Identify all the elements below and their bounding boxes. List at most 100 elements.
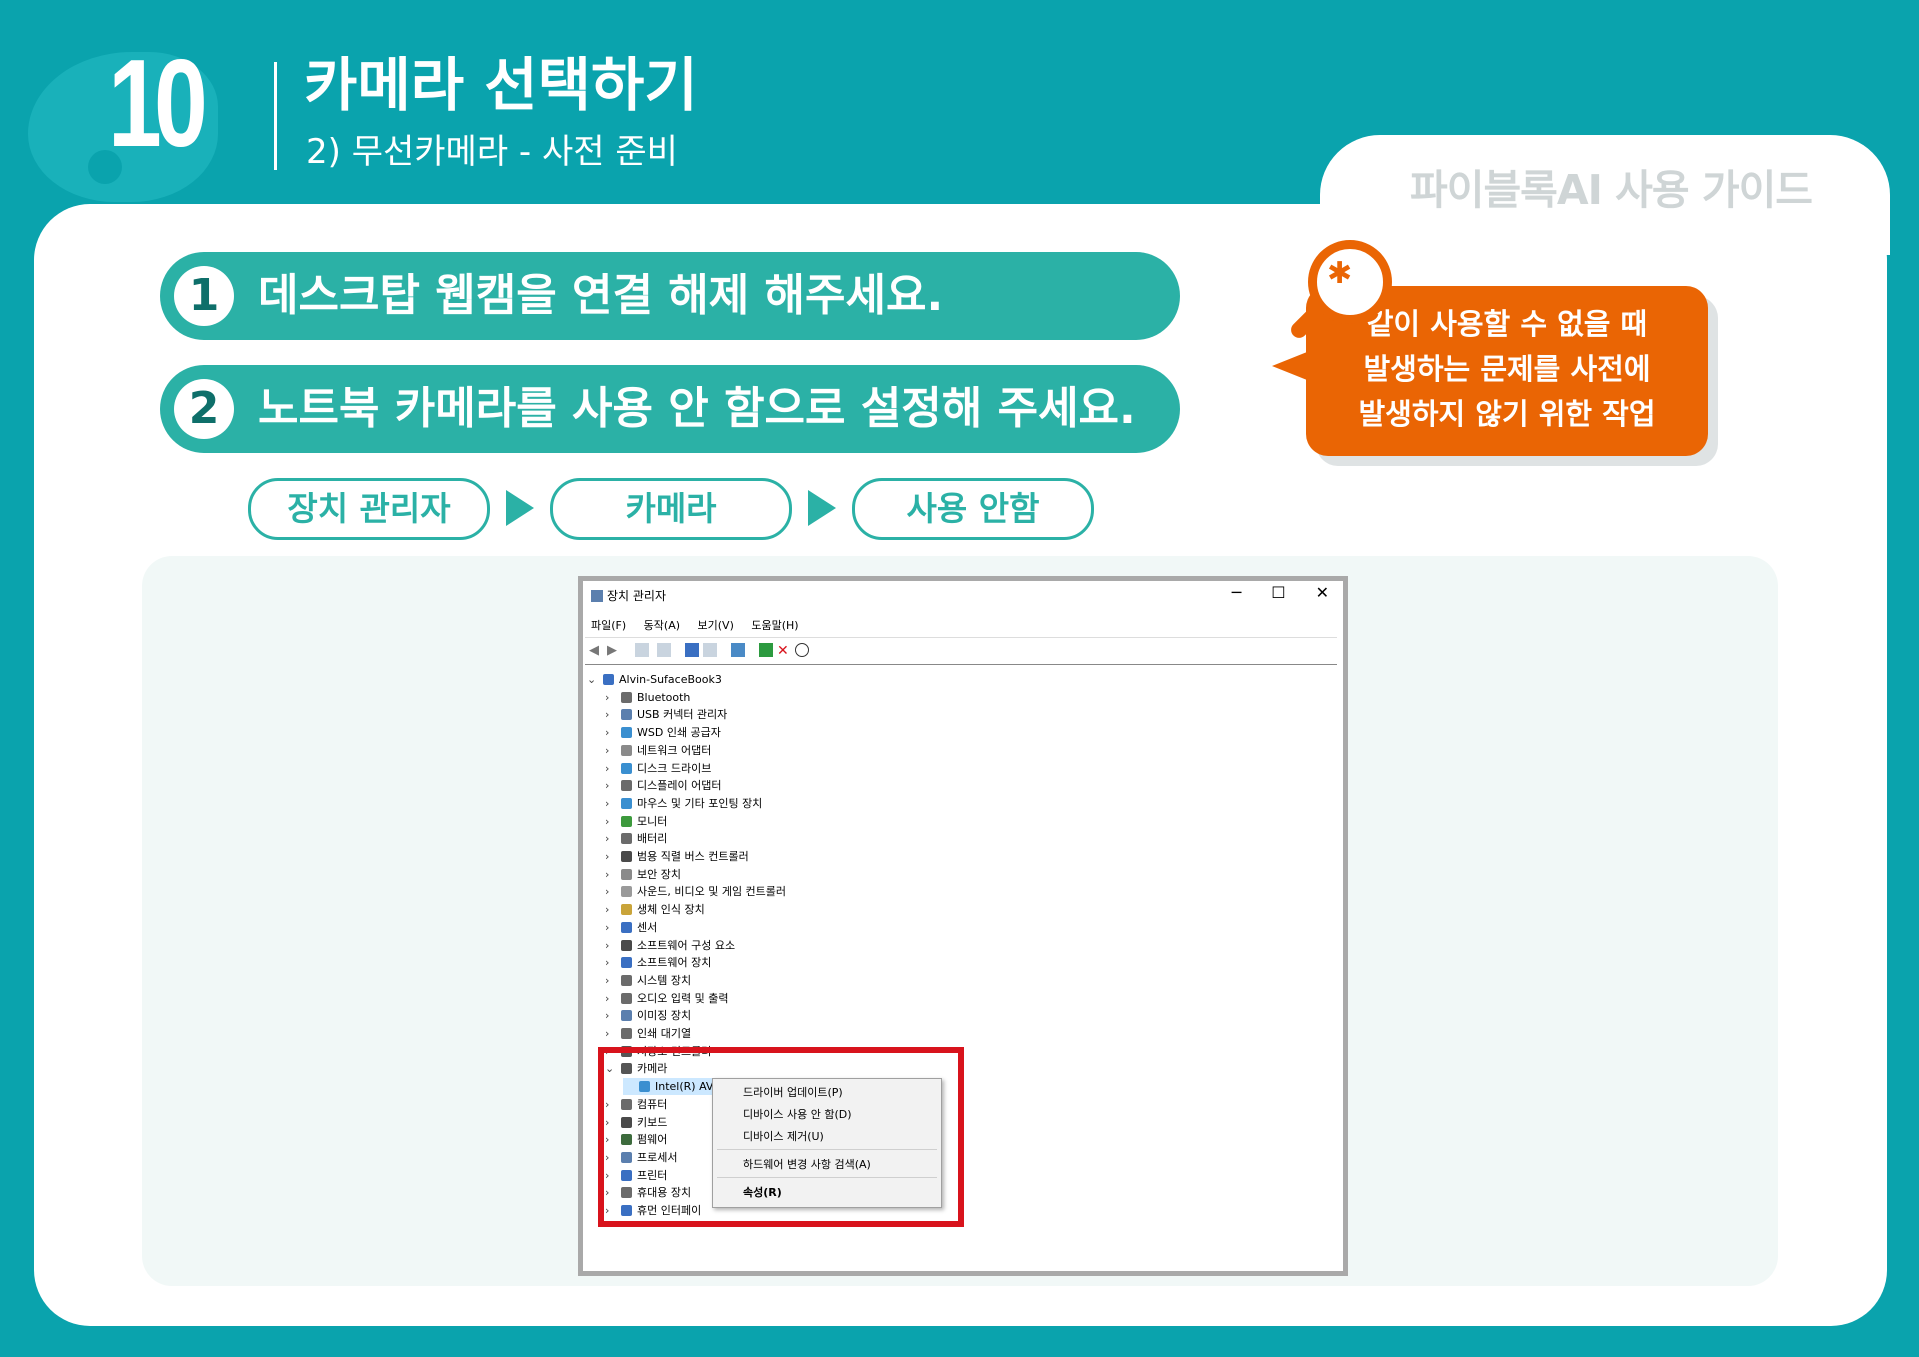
collapse-chevron-icon[interactable]: › xyxy=(605,866,621,883)
view-icon[interactable] xyxy=(657,643,671,657)
collapse-chevron-icon[interactable]: › xyxy=(605,760,621,777)
minimize-icon[interactable]: ─ xyxy=(1232,583,1242,602)
device-category-icon xyxy=(603,674,614,685)
help-icon[interactable] xyxy=(685,643,699,657)
device-category-icon xyxy=(621,833,632,845)
add-driver-icon[interactable] xyxy=(759,643,773,657)
forward-icon[interactable]: ▶ xyxy=(607,643,621,658)
device-label: 소프트웨어 구성 요소 xyxy=(637,938,736,952)
device-label: 사운드, 비디오 및 게임 컨트롤러 xyxy=(637,885,787,899)
device-category-icon xyxy=(621,939,632,951)
collapse-chevron-icon[interactable]: › xyxy=(605,1025,621,1042)
device-tree-item[interactable]: › Bluetooth xyxy=(605,689,690,706)
collapse-chevron-icon[interactable]: › xyxy=(605,795,621,812)
device-tree-item[interactable]: › 범용 직렬 버스 컨트롤러 xyxy=(605,848,749,865)
device-tree-item[interactable]: › 이미징 장치 xyxy=(605,1007,691,1024)
close-icon[interactable]: ✕ xyxy=(1316,583,1329,602)
device-category-icon xyxy=(621,921,632,933)
collapse-chevron-icon[interactable]: › xyxy=(605,813,621,830)
collapse-chevron-icon[interactable]: › xyxy=(605,724,621,741)
step-2-text: 노트북 카메라를 사용 안 함으로 설정해 주세요. xyxy=(258,383,1136,434)
device-tree-item[interactable]: › 센서 xyxy=(605,919,657,936)
device-tree-item[interactable]: › WSD 인쇄 공급자 xyxy=(605,724,721,741)
step-1-text: 데스크탑 웹캠을 연결 해제 해주세요. xyxy=(258,270,944,321)
device-category-icon xyxy=(621,780,632,792)
collapse-chevron-icon[interactable]: › xyxy=(605,883,621,900)
device-tree-item[interactable]: › 디스플레이 어댑터 xyxy=(605,777,721,794)
device-label: 범용 직렬 버스 컨트롤러 xyxy=(637,850,749,863)
device-tree-item[interactable]: › 모니터 xyxy=(605,813,667,830)
page-subtitle: 2) 무선카메라 - 사전 준비 xyxy=(306,132,678,172)
collapse-chevron-icon[interactable]: › xyxy=(605,848,621,865)
device-tree-item[interactable]: › 시스템 장치 xyxy=(605,972,691,989)
bug-icon: ✱ xyxy=(1327,256,1353,291)
device-label: 이미징 장치 xyxy=(637,1009,692,1023)
collapse-chevron-icon[interactable]: › xyxy=(605,706,621,723)
device-tree-item[interactable]: › 네트워크 어댑터 xyxy=(605,742,711,759)
menu-help[interactable]: 도움말(H) xyxy=(751,619,798,632)
expand-chevron-icon[interactable]: ⌄ xyxy=(587,671,603,688)
device-label: Alvin-SufaceBook3 xyxy=(619,673,722,686)
device-label: USB 커넥터 관리자 xyxy=(637,708,728,722)
collapse-chevron-icon[interactable]: › xyxy=(605,742,621,759)
flow-arrow-icon xyxy=(808,490,836,526)
device-category-icon xyxy=(621,992,632,1004)
remove-icon[interactable]: ✕ xyxy=(777,643,791,659)
device-tree-item[interactable]: › 오디오 입력 및 출력 xyxy=(605,990,728,1007)
device-tree-item[interactable]: › 인쇄 대기열 xyxy=(605,1025,691,1042)
device-tree-item[interactable]: › 배터리 xyxy=(605,830,667,847)
device-category-icon xyxy=(621,691,632,703)
collapse-chevron-icon[interactable]: › xyxy=(605,777,621,794)
step-2-number: 2 xyxy=(174,379,234,439)
device-label: 모니터 xyxy=(637,814,668,828)
device-category-icon xyxy=(621,709,632,721)
device-tree-item[interactable]: › 보안 장치 xyxy=(605,866,681,883)
properties-icon[interactable] xyxy=(635,643,649,657)
menu-bar: 파일(F) 동작(A) 보기(V) 도움말(H) xyxy=(591,617,813,633)
collapse-chevron-icon[interactable]: › xyxy=(605,972,621,989)
monitor-icon[interactable] xyxy=(731,643,745,657)
device-tree-item[interactable]: › 마우스 및 기타 포인팅 장치 xyxy=(605,795,762,812)
device-tree-item[interactable]: › 소프트웨어 구성 요소 xyxy=(605,937,735,954)
guide-label: 파이블록AI 사용 가이드 xyxy=(1410,166,1813,214)
download-icon[interactable] xyxy=(795,643,809,657)
maximize-icon[interactable]: ☐ xyxy=(1271,583,1285,602)
device-label: 배터리 xyxy=(637,832,668,846)
device-category-icon xyxy=(621,851,632,862)
back-icon[interactable]: ◀ xyxy=(589,643,603,658)
ctx-disable-device[interactable]: 디바이스 사용 안 함(D) xyxy=(743,1106,852,1122)
ctx-uninstall-device[interactable]: 디바이스 제거(U) xyxy=(743,1128,824,1144)
collapse-chevron-icon[interactable]: › xyxy=(605,919,621,936)
device-tree-item[interactable]: › 디스크 드라이브 xyxy=(605,760,711,777)
context-menu: 드라이버 업데이트(P) 디바이스 사용 안 함(D) 디바이스 제거(U) 하… xyxy=(712,1078,942,1208)
device-category-icon xyxy=(621,974,632,986)
step-number: 10 xyxy=(108,35,208,173)
device-label: 시스템 장치 xyxy=(637,973,692,987)
note-text: 같이 사용할 수 없을 때 발생하는 문제를 사전에 발생하지 않기 위한 작업 xyxy=(1358,307,1656,431)
menu-view[interactable]: 보기(V) xyxy=(698,619,734,632)
device-label: 마우스 및 기타 포인팅 장치 xyxy=(637,796,763,810)
device-tree-item[interactable]: › 사운드, 비디오 및 게임 컨트롤러 xyxy=(605,883,786,900)
device-tree-root[interactable]: ⌄ Alvin-SufaceBook3 xyxy=(587,671,722,688)
collapse-chevron-icon[interactable]: › xyxy=(605,830,621,847)
collapse-chevron-icon[interactable]: › xyxy=(605,901,621,918)
step-1: 1 데스크탑 웹캠을 연결 해제 해주세요. xyxy=(160,252,1180,340)
device-category-icon xyxy=(621,797,632,809)
device-label: 센서 xyxy=(637,920,658,934)
collapse-chevron-icon[interactable]: › xyxy=(605,954,621,971)
collapse-chevron-icon[interactable]: › xyxy=(605,1007,621,1024)
ctx-properties[interactable]: 속성(R) xyxy=(743,1184,782,1200)
device-tree-item[interactable]: › USB 커넥터 관리자 xyxy=(605,706,727,723)
collapse-chevron-icon[interactable]: › xyxy=(605,689,621,706)
ctx-update-driver[interactable]: 드라이버 업데이트(P) xyxy=(743,1084,843,1100)
menu-file[interactable]: 파일(F) xyxy=(591,619,626,632)
device-tree-item[interactable]: › 소프트웨어 장치 xyxy=(605,954,711,971)
device-label: 인쇄 대기열 xyxy=(637,1027,692,1040)
device-label: 생체 인식 장치 xyxy=(637,903,705,917)
collapse-chevron-icon[interactable]: › xyxy=(605,990,621,1007)
ctx-scan-hardware[interactable]: 하드웨어 변경 사항 검색(A) xyxy=(743,1156,871,1172)
menu-action[interactable]: 동작(A) xyxy=(644,619,680,632)
collapse-chevron-icon[interactable]: › xyxy=(605,937,621,954)
device-tree-item[interactable]: › 생체 인식 장치 xyxy=(605,901,705,918)
table-icon[interactable] xyxy=(703,643,717,657)
